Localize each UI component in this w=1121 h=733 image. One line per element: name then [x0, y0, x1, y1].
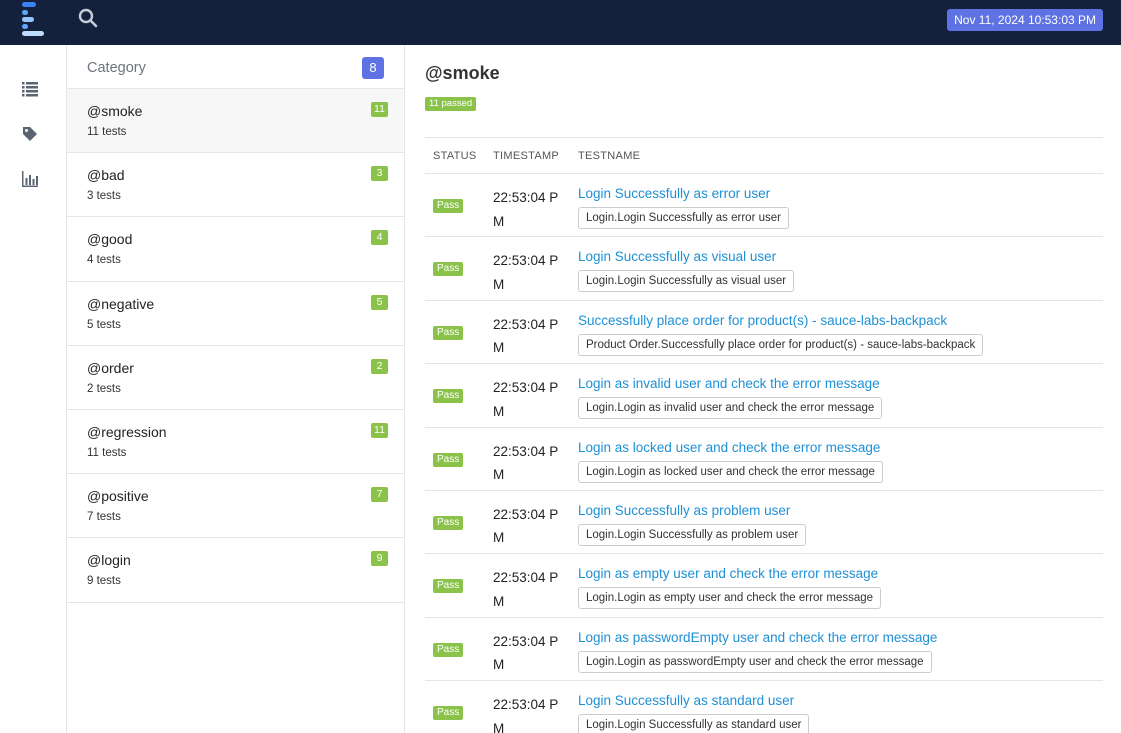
left-icon-rail: [0, 45, 67, 733]
datetime-badge: Nov 11, 2024 10:53:03 PM: [947, 9, 1103, 31]
bar-chart-icon[interactable]: [20, 169, 40, 189]
category-test-count: 11 tests: [87, 446, 127, 459]
timestamp: 22:53:04 PM: [493, 190, 559, 229]
table-row: Pass 22:53:04 PM Login as invalid user a…: [425, 364, 1103, 428]
status-badge: Pass: [433, 515, 464, 530]
category-test-count: 3 tests: [87, 190, 121, 203]
timestamp: 22:53:04 PM: [493, 697, 559, 733]
category-test-count: 4 tests: [87, 254, 121, 267]
table-row: Pass 22:53:04 PM Login Successfully as v…: [425, 237, 1103, 301]
table-row: Pass 22:53:04 PM Login Successfully as e…: [425, 174, 1103, 238]
column-header-testname: TESTNAME: [578, 150, 641, 162]
category-pass-badge: 4: [371, 230, 388, 246]
test-name-link[interactable]: Login as invalid user and check the erro…: [578, 376, 880, 391]
test-full-name: Login.Login as invalid user and check th…: [578, 397, 883, 420]
category-item-order[interactable]: @order 2 tests 2: [67, 346, 404, 410]
table-row: Pass 22:53:04 PM Login as passwordEmpty …: [425, 618, 1103, 682]
timestamp: 22:53:04 PM: [493, 253, 559, 292]
category-test-count: 5 tests: [87, 318, 121, 331]
status-badge: Pass: [433, 389, 464, 404]
test-full-name: Login.Login Successfully as visual user: [578, 270, 795, 293]
timestamp: 22:53:04 PM: [493, 380, 559, 419]
status-badge: Pass: [433, 706, 464, 721]
category-item-positive[interactable]: @positive 7 tests 7: [67, 474, 404, 539]
column-header-status: STATUS: [433, 150, 477, 162]
category-pass-badge: 11: [371, 102, 388, 117]
category-name: @regression: [87, 423, 167, 440]
category-item-good[interactable]: @good 4 tests 4: [67, 217, 404, 282]
table-header: STATUS TIMESTAMP TESTNAME: [425, 137, 1103, 174]
test-name-link[interactable]: Successfully place order for product(s) …: [578, 313, 947, 328]
category-pass-badge: 7: [371, 487, 388, 503]
category-pass-badge: 5: [371, 294, 388, 310]
test-name-link[interactable]: Login as passwordEmpty user and check th…: [578, 630, 937, 645]
timestamp: 22:53:04 PM: [493, 570, 559, 609]
top-navbar: Nov 11, 2024 10:53:03 PM: [0, 0, 1121, 45]
category-name: @bad: [87, 167, 125, 184]
category-name: @good: [87, 231, 133, 248]
test-name-link[interactable]: Login as empty user and check the error …: [578, 566, 878, 581]
table-row: Pass 22:53:04 PM Login Successfully as p…: [425, 491, 1103, 555]
timestamp: 22:53:04 PM: [493, 443, 559, 483]
table-row: Pass 22:53:04 PM Login as locked user an…: [425, 428, 1103, 491]
category-name: @smoke: [87, 103, 143, 119]
category-test-count: 11 tests: [87, 126, 127, 138]
timestamp: 22:53:04 PM: [493, 633, 559, 673]
category-item-login[interactable]: @login 9 tests 9: [67, 538, 404, 603]
test-name-link[interactable]: Login Successfully as problem user: [578, 503, 790, 518]
category-pass-badge: 3: [371, 166, 388, 182]
timestamp: 22:53:04 PM: [493, 316, 559, 356]
test-full-name: Login.Login Successfully as error user: [578, 207, 789, 229]
test-name-link[interactable]: Login Successfully as error user: [578, 186, 770, 201]
category-name: @login: [87, 552, 131, 569]
test-full-name: Product Order.Successfully place order f…: [578, 333, 984, 356]
page-title: @smoke: [425, 63, 500, 83]
extent-logo[interactable]: [18, 2, 48, 36]
table-row: Pass 22:53:04 PM Login as empty user and…: [425, 554, 1103, 618]
category-name: @negative: [87, 295, 155, 312]
category-name: @order: [87, 359, 134, 376]
status-badge: Pass: [433, 452, 464, 467]
test-full-name: Login.Login as locked user and check the…: [578, 460, 883, 483]
tag-icon[interactable]: [20, 124, 40, 144]
test-name-link[interactable]: Login Successfully as visual user: [578, 249, 776, 264]
table-row: Pass 22:53:04 PM Login Successfully as s…: [425, 681, 1103, 733]
category-test-count: 9 tests: [87, 575, 121, 588]
test-full-name: Login.Login as passwordEmpty user and ch…: [578, 650, 932, 673]
column-header-timestamp: TIMESTAMP: [493, 150, 560, 162]
table-row: Pass 22:53:04 PM Successfully place orde…: [425, 301, 1103, 365]
status-badge: Pass: [433, 199, 464, 213]
category-test-count: 2 tests: [87, 382, 121, 395]
tests-table: STATUS TIMESTAMP TESTNAME Pass 22:53:04 …: [425, 137, 1103, 733]
status-badge: Pass: [433, 642, 464, 657]
timestamp: 22:53:04 PM: [493, 506, 559, 546]
test-name-link[interactable]: Login as locked user and check the error…: [578, 440, 880, 455]
category-item-regression[interactable]: @regression 11 tests 11: [67, 410, 404, 475]
category-panel: Category 8 @smoke 11 tests 11 @bad 3 tes…: [67, 45, 405, 733]
category-header: Category 8: [67, 45, 404, 89]
category-pass-badge: 2: [371, 358, 388, 374]
test-full-name: Login.Login Successfully as standard use…: [578, 714, 810, 733]
test-full-name: Login.Login as empty user and check the …: [578, 587, 882, 610]
category-title: Category: [87, 60, 146, 76]
list-icon[interactable]: [20, 79, 40, 99]
status-badge: Pass: [433, 262, 464, 277]
test-name-link[interactable]: Login Successfully as standard user: [578, 693, 794, 708]
category-item-negative[interactable]: @negative 5 tests 5: [67, 282, 404, 346]
status-badge: Pass: [433, 579, 464, 594]
passed-count-badge: 11 passed: [425, 97, 477, 111]
category-pass-badge: 11: [371, 422, 388, 438]
category-name: @positive: [87, 488, 149, 505]
status-badge: Pass: [433, 325, 464, 340]
category-test-count: 7 tests: [87, 511, 121, 524]
search-icon[interactable]: [78, 8, 98, 28]
test-full-name: Login.Login Successfully as problem user: [578, 523, 807, 546]
category-item-bad[interactable]: @bad 3 tests 3: [67, 153, 404, 218]
category-detail-panel: @smoke 11 passed STATUS TIMESTAMP TESTNA…: [405, 45, 1121, 733]
category-item-smoke[interactable]: @smoke 11 tests 11: [67, 89, 404, 154]
category-count-badge: 8: [362, 57, 384, 79]
category-pass-badge: 9: [371, 551, 388, 567]
